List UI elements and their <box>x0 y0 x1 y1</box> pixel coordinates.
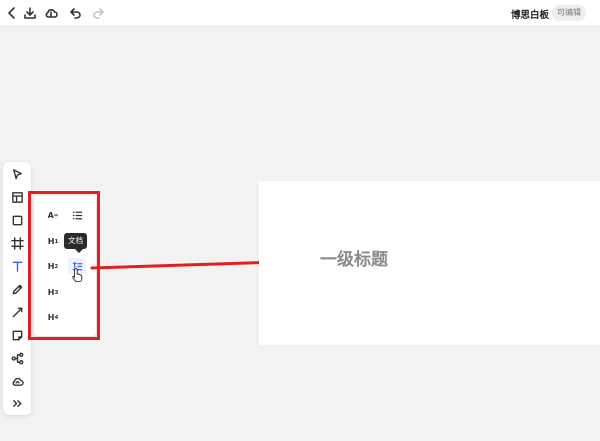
top-bar: 博思白板 可编辑 <box>0 0 600 27</box>
heading-1-text[interactable]: 一级标题 <box>320 245 388 270</box>
annotation-highlight-box <box>28 191 100 340</box>
pen-icon[interactable] <box>7 279 27 299</box>
sticky-note-icon[interactable] <box>7 325 27 345</box>
rectangle-icon[interactable] <box>7 210 27 230</box>
app-title: 博思白板 <box>511 10 550 21</box>
layout-icon[interactable] <box>7 187 27 207</box>
text-icon[interactable] <box>7 256 27 276</box>
line-icon[interactable] <box>7 302 27 322</box>
upload-icon[interactable] <box>7 371 27 391</box>
mindmap-icon[interactable] <box>7 348 27 368</box>
back-icon[interactable] <box>3 4 21 22</box>
undo-icon[interactable] <box>66 4 84 22</box>
canvas-text-card[interactable] <box>259 181 600 345</box>
edit-status-badge[interactable]: 可编辑 <box>552 5 586 21</box>
download-icon[interactable] <box>21 4 39 22</box>
more-icon[interactable] <box>7 393 27 413</box>
left-toolbar <box>3 162 31 415</box>
select-icon[interactable] <box>7 164 27 184</box>
cloud-save-icon[interactable] <box>42 4 60 22</box>
frame-icon[interactable] <box>7 233 27 253</box>
redo-icon[interactable] <box>90 4 108 22</box>
